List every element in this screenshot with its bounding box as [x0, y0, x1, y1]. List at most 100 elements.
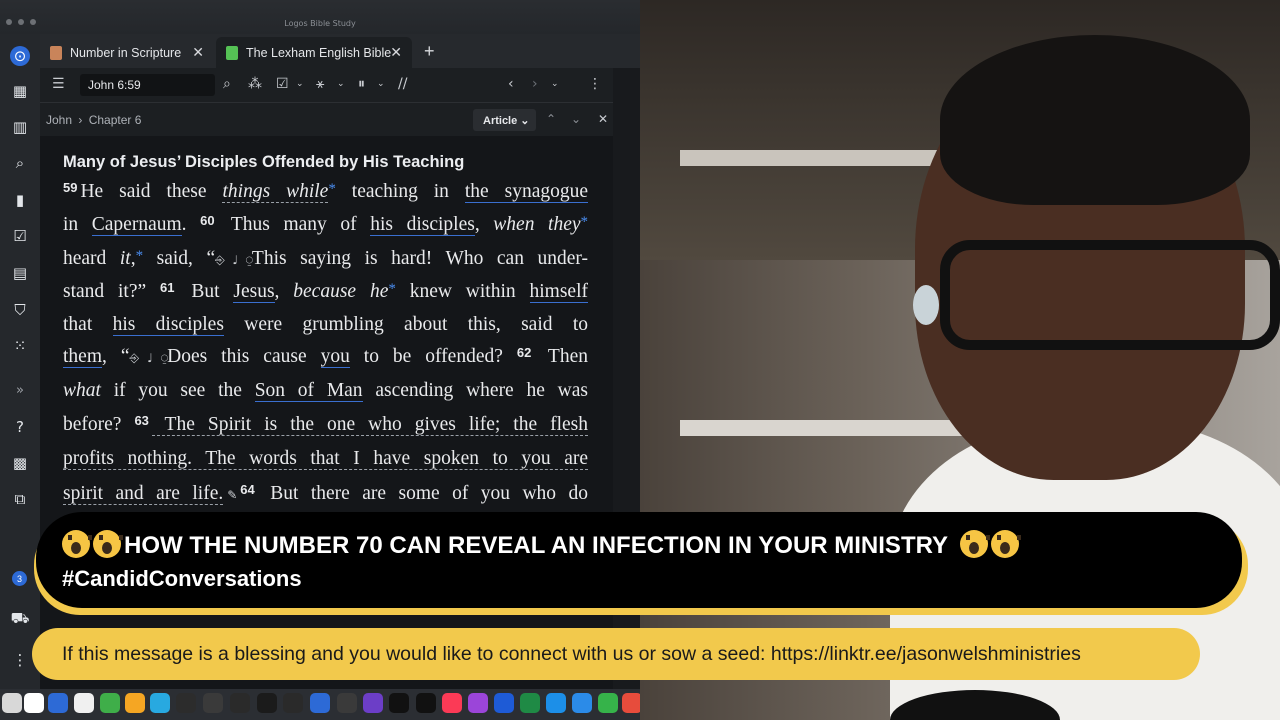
overflow-menu-icon[interactable]: ⋮: [10, 650, 30, 670]
verse-text: But: [177, 281, 234, 302]
verse-text: profits nothing. The words that I have s…: [63, 448, 588, 470]
guides-icon[interactable]: ▮: [10, 190, 30, 210]
ticker-text[interactable]: If this message is a blessing and you wo…: [62, 643, 1081, 666]
facetime-dock-icon[interactable]: [100, 693, 120, 713]
verse-text: because he: [293, 281, 389, 302]
documents-icon[interactable]: ▤: [10, 263, 30, 283]
people-icon[interactable]: ⁂: [248, 76, 262, 92]
onedrive-dock-icon[interactable]: [546, 693, 566, 713]
chevron-down-icon[interactable]: ⌄: [296, 79, 304, 89]
checkbox-icon[interactable]: ☑: [276, 76, 289, 92]
library-icon[interactable]: ▥: [10, 117, 30, 137]
verse-text: heard: [63, 248, 120, 269]
highlighter-icon: ✎: [227, 488, 237, 502]
add-tab-icon[interactable]: +: [424, 41, 435, 62]
app-store-dock-icon[interactable]: [572, 693, 592, 713]
verse-number[interactable]: 64: [240, 482, 254, 497]
chrome-dock-icon[interactable]: [203, 693, 223, 713]
close-tab-icon[interactable]: ✕: [192, 44, 204, 61]
app-dock-icon[interactable]: [337, 693, 357, 713]
photos-dock-icon[interactable]: [125, 693, 145, 713]
breadcrumb-book[interactable]: John: [46, 113, 72, 127]
close-tab-icon[interactable]: ✕: [390, 44, 402, 61]
panels-icon[interactable]: ▩: [10, 453, 30, 473]
app-dock-icon[interactable]: [257, 693, 277, 713]
verse-number[interactable]: 62: [517, 345, 531, 360]
zoom-dock-icon[interactable]: [310, 693, 330, 713]
help-icon[interactable]: ?: [10, 417, 30, 437]
verse-text: when they: [493, 214, 581, 235]
verse-text: teaching in: [335, 181, 465, 202]
search-icon[interactable]: ⌕: [223, 76, 231, 92]
tv-dock-icon[interactable]: [416, 693, 436, 713]
excel-dock-icon[interactable]: [520, 693, 540, 713]
notes-dock-icon[interactable]: [74, 693, 94, 713]
close-panel-icon[interactable]: ✕: [598, 112, 608, 126]
verse-text: ascending where he was: [362, 380, 588, 401]
app-dock-icon[interactable]: [363, 693, 383, 713]
footnote-marker[interactable]: *: [388, 281, 396, 297]
notification-badge[interactable]: 3: [12, 571, 27, 586]
camera-dock-icon[interactable]: [176, 693, 196, 713]
reference-box[interactable]: John 6:59: [80, 74, 215, 96]
forward-icon[interactable]: ›: [532, 76, 538, 92]
verse-text: said, “: [143, 248, 216, 269]
more-icon[interactable]: »: [10, 380, 30, 400]
tab-lexham-english-bible[interactable]: The Lexham English Bible ✕: [216, 37, 412, 68]
verse-text: ,: [274, 281, 294, 302]
chevron-down-icon[interactable]: ⌄: [337, 79, 345, 89]
footnote-marker[interactable]: *: [328, 181, 336, 197]
verse-text: in: [63, 214, 92, 235]
verse-number[interactable]: 60: [200, 213, 214, 228]
passage-line: profits nothing. The words that I have s…: [63, 448, 588, 470]
apps-icon[interactable]: ⁙: [10, 336, 30, 356]
back-icon[interactable]: ‹: [508, 76, 514, 92]
sermon-icon[interactable]: ⛉: [10, 300, 30, 320]
numbers-dock-icon[interactable]: [598, 693, 618, 713]
panel-more-icon[interactable]: ⋮: [588, 76, 602, 92]
search-icon[interactable]: ⌕: [10, 153, 30, 173]
screaming-face-icon: [991, 530, 1022, 558]
word-dock-icon[interactable]: [494, 693, 514, 713]
left-icon-rail: ⊙ ▦ ▥ ⌕ ▮ ☑ ▤ ⛉ ⁙ » ? ▩ ⧉ 3 ⛟ ⋮: [0, 34, 40, 689]
launchpad-dock-icon[interactable]: [24, 693, 44, 713]
verse-number[interactable]: 61: [160, 280, 174, 295]
verse-text: Does this cause: [167, 346, 321, 367]
next-chevron-icon[interactable]: ⌄: [571, 112, 581, 126]
passage-line: heard it,* said, “⎆♩⍜This saying is hard…: [63, 248, 588, 270]
verse-number[interactable]: 59: [63, 180, 77, 195]
interlinear-icon[interactable]: //: [398, 76, 407, 92]
podcasts-dock-icon[interactable]: [468, 693, 488, 713]
article-view-dropdown[interactable]: Article ⌄: [473, 109, 536, 131]
dictation-glyph-icon: ⎆♩⍜: [215, 253, 253, 267]
verse-text: stand it?”: [63, 281, 161, 302]
app-dock-icon[interactable]: [283, 693, 303, 713]
logos-dock-icon[interactable]: [48, 693, 68, 713]
music-dock-icon[interactable]: [442, 693, 462, 713]
verse-number[interactable]: 63: [134, 413, 148, 428]
checklist-icon[interactable]: ☑: [10, 226, 30, 246]
footnote-marker[interactable]: *: [581, 214, 589, 230]
finder-dock-icon[interactable]: [2, 693, 22, 713]
breadcrumb-chapter[interactable]: Chapter 6: [89, 113, 142, 127]
tab-label: The Lexham English Bible: [246, 45, 392, 60]
previous-chevron-icon[interactable]: ⌃: [546, 112, 556, 126]
parallel-icon[interactable]: ⏸: [358, 76, 365, 92]
keypad-dock-icon[interactable]: [230, 693, 250, 713]
passage-line: before? 63 The Spirit is the one who giv…: [63, 413, 588, 436]
speaker-hair: [940, 35, 1250, 205]
app-dock-icon[interactable]: [622, 693, 640, 713]
layouts-icon[interactable]: ▦: [10, 81, 30, 101]
slack-dock-icon[interactable]: [150, 693, 170, 713]
cart-icon[interactable]: ⛟: [10, 609, 30, 629]
verse-text: were grumbling about this, said to: [223, 314, 588, 335]
footnote-marker[interactable]: *: [136, 248, 144, 264]
visual-filter-icon[interactable]: ⚹: [316, 76, 324, 92]
share-icon[interactable]: ⧉: [10, 489, 30, 509]
history-chevron-icon[interactable]: ⌄: [551, 79, 559, 89]
panel-menu-icon[interactable]: ☰: [52, 76, 65, 92]
tab-number-in-scripture[interactable]: Number in Scripture ✕: [40, 37, 214, 68]
logos-home-icon[interactable]: ⊙: [10, 46, 30, 66]
chevron-down-icon[interactable]: ⌄: [377, 79, 385, 89]
final-cut-dock-icon[interactable]: [389, 693, 409, 713]
